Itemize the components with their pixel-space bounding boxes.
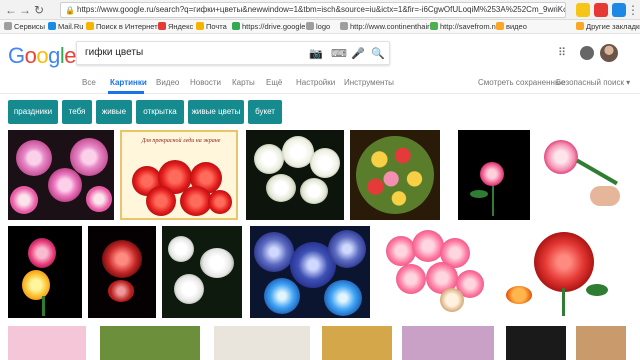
image-result[interactable]: [214, 326, 310, 360]
image-result[interactable]: [246, 130, 344, 220]
image-result[interactable]: [506, 326, 566, 360]
image-result[interactable]: [500, 226, 626, 318]
bookmark-item[interactable]: Яндекс: [158, 20, 193, 33]
bookmark-item[interactable]: Почта: [196, 20, 227, 33]
suggestion-chip[interactable]: живые цветы: [188, 100, 244, 124]
google-logo[interactable]: Google: [8, 43, 77, 69]
extension-icon[interactable]: [594, 3, 608, 17]
page-icon: [306, 22, 314, 30]
image-caption: Для прекрасной леди на экране: [141, 138, 221, 144]
bookmark-item[interactable]: http://www.continenthair: [340, 20, 430, 33]
notifications-icon[interactable]: [580, 46, 594, 60]
back-icon[interactable]: ←: [4, 3, 18, 17]
image-result[interactable]: [100, 326, 200, 360]
microphone-icon[interactable]: 🎤: [351, 47, 365, 61]
apps-icon: [4, 22, 12, 30]
camera-icon[interactable]: 📷: [309, 47, 323, 61]
image-result[interactable]: [376, 226, 492, 318]
tab-all[interactable]: Все: [82, 78, 96, 87]
image-result[interactable]: [8, 226, 82, 318]
tab-video[interactable]: Видео: [156, 78, 179, 87]
image-result[interactable]: [8, 326, 86, 360]
tab-maps[interactable]: Карты: [232, 78, 255, 87]
page-icon: [340, 22, 348, 30]
bookmark-item[interactable]: Поиск в Интернете: [86, 20, 162, 33]
reload-icon[interactable]: ↻: [32, 3, 46, 17]
savefrom-icon: [430, 22, 438, 30]
tab-more[interactable]: Ещё: [266, 78, 282, 87]
suggestion-chip[interactable]: открытка: [136, 100, 184, 124]
search-input[interactable]: гифки цветы: [85, 47, 143, 58]
keyboard-icon[interactable]: ⌨: [331, 47, 347, 61]
extension-icon[interactable]: [612, 3, 626, 17]
saved-images-link[interactable]: Смотреть сохраненные: [478, 78, 565, 87]
search-tabs: Все Картинки Видео Новости Карты Ещё Нас…: [0, 72, 640, 94]
folder-icon: [576, 22, 584, 30]
mail-icon: [48, 22, 56, 30]
image-result[interactable]: Для прекрасной леди на экране: [120, 130, 238, 220]
image-result[interactable]: [250, 226, 370, 318]
image-result[interactable]: [534, 130, 626, 220]
tab-tools[interactable]: Инструменты: [344, 78, 394, 87]
folder-icon: [496, 22, 504, 30]
image-result[interactable]: [458, 130, 530, 220]
image-result[interactable]: [576, 326, 626, 360]
tab-images[interactable]: Картинки: [110, 78, 147, 87]
image-result[interactable]: [162, 226, 242, 318]
bookmark-item[interactable]: Сервисы: [4, 20, 45, 33]
address-bar[interactable]: 🔒 https://www.google.ru/search?q=гифки+ц…: [60, 2, 566, 18]
bookmark-item[interactable]: https://drive.google: [232, 20, 305, 33]
bookmark-item[interactable]: Mail.Ru: [48, 20, 83, 33]
image-result[interactable]: [322, 326, 392, 360]
mail-icon: [196, 22, 204, 30]
tab-news[interactable]: Новости: [190, 78, 221, 87]
extension-icon[interactable]: [576, 3, 590, 17]
image-result[interactable]: [402, 326, 494, 360]
image-result[interactable]: [88, 226, 156, 318]
suggestion-chip[interactable]: праздники: [8, 100, 58, 124]
bookmark-item[interactable]: видео: [496, 20, 527, 33]
menu-icon[interactable]: ⋮: [626, 3, 640, 17]
drive-icon: [232, 22, 240, 30]
tab-settings[interactable]: Настройки: [296, 78, 335, 87]
image-result[interactable]: [350, 130, 440, 220]
safesearch-toggle[interactable]: Безопасный поиск ▾: [556, 78, 630, 87]
bookmarks-bar: Сервисы Mail.Ru Поиск в Интернете Яндекс…: [0, 20, 640, 34]
image-result[interactable]: [8, 130, 114, 220]
suggestion-chip[interactable]: букет: [248, 100, 282, 124]
forward-icon[interactable]: →: [18, 3, 32, 17]
active-tab-indicator: [108, 91, 144, 94]
bookmark-star-icon[interactable]: ☆: [552, 3, 561, 17]
bookmark-item[interactable]: logo: [306, 20, 330, 33]
suggestion-chip[interactable]: тебя: [62, 100, 92, 124]
avatar[interactable]: [600, 44, 618, 62]
bookmark-item[interactable]: http://savefrom.net/: [430, 20, 504, 33]
url-text: https://www.google.ru/search?q=гифки+цве…: [77, 5, 566, 14]
search-icon[interactable]: 🔍: [371, 47, 385, 61]
browser-toolbar: ← → ↻ 🔒 https://www.google.ru/search?q=г…: [0, 0, 640, 20]
yandex-icon: [158, 22, 166, 30]
lock-icon: 🔒: [65, 6, 75, 15]
suggestion-chip[interactable]: живые: [96, 100, 132, 124]
apps-grid-icon[interactable]: ⠿: [558, 47, 570, 59]
search-icon: [86, 22, 94, 30]
bookmark-item[interactable]: Другие закладки: [576, 20, 640, 33]
search-box[interactable]: гифки цветы 📷 ⌨ 🎤 🔍: [76, 41, 390, 65]
